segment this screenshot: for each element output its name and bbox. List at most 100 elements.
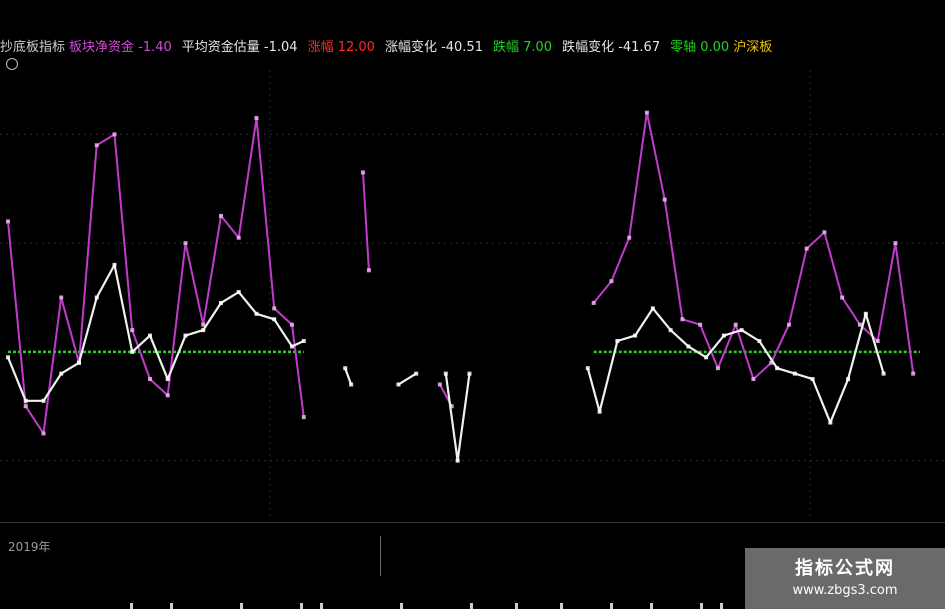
chart-window: 抄底板指标 板块净资金 -1.40 平均资金估量 -1.04 涨幅 12.00 …: [0, 0, 945, 609]
avg-funds-point: [633, 333, 638, 338]
bottom-tick: [515, 603, 518, 609]
avg-funds-point: [721, 333, 726, 338]
net-funds-point: [147, 377, 152, 382]
avg-funds-point: [272, 317, 277, 322]
net-funds-point: [875, 339, 880, 343]
legend-item-net-funds: 板块净资金 -1.40: [69, 39, 172, 55]
net-funds-point: [715, 366, 720, 371]
legend-item-fall: 跌幅 7.00: [492, 39, 553, 55]
bottom-tick: [300, 603, 303, 609]
bottom-tick: [400, 603, 403, 609]
net-funds-point: [698, 322, 703, 327]
net-funds-point: [272, 306, 277, 311]
net-funds-line-segment-1: [362, 172, 370, 271]
indicator-circle-icon[interactable]: [6, 58, 18, 70]
indicator-chart: [0, 70, 945, 520]
avg-funds-point: [23, 398, 28, 403]
bottom-tick: [560, 603, 563, 609]
bottom-tick: [240, 603, 243, 609]
net-funds-point: [165, 393, 170, 398]
watermark-title: 指标公式网: [795, 558, 895, 579]
avg-funds-point: [183, 333, 188, 338]
avg-funds-point: [467, 371, 472, 376]
net-funds-point: [59, 295, 64, 300]
net-funds-point: [857, 322, 862, 327]
legend-item-indicator: 抄底板指标: [0, 39, 66, 55]
net-funds-point: [23, 404, 28, 409]
net-funds-point: [627, 235, 632, 240]
avg-funds-line-segment-0: [6, 263, 305, 402]
net-funds-point: [751, 377, 756, 382]
series-layer: [6, 110, 916, 463]
net-funds-point: [183, 241, 188, 246]
bottom-tick: [470, 603, 473, 609]
net-funds-point: [840, 295, 845, 300]
bottom-tick: [610, 603, 613, 609]
avg-funds-point: [810, 377, 815, 382]
net-funds-point: [680, 317, 685, 322]
avg-funds-point: [301, 339, 306, 343]
avg-funds-point: [94, 295, 99, 300]
avg-funds-point: [846, 377, 851, 382]
grid: [0, 70, 945, 520]
avg-funds-point: [396, 382, 401, 387]
avg-funds-point: [218, 300, 223, 305]
net-funds-point: [130, 328, 135, 333]
avg-funds-point: [739, 328, 744, 333]
net-funds-point: [218, 213, 223, 218]
legend-item-rise: 涨幅 12.00: [307, 39, 375, 55]
avg-funds-line-segment-3: [444, 373, 471, 462]
net-funds-point: [733, 322, 738, 327]
legend-item-zero: 零轴 0.00: [670, 39, 730, 55]
bottom-tick: [170, 603, 173, 609]
legend-bar: 抄底板指标 板块净资金 -1.40 平均资金估量 -1.04 涨幅 12.00 …: [0, 22, 772, 70]
avg-funds-point: [165, 377, 170, 382]
avg-funds-line-segment-2: [397, 372, 417, 386]
avg-funds-point: [59, 371, 64, 376]
avg-funds-point: [112, 262, 117, 267]
avg-funds-point: [775, 366, 780, 371]
net-funds-point: [786, 322, 791, 327]
axis-year-label: 2019年: [8, 540, 51, 554]
avg-funds-point: [443, 371, 448, 376]
legend-item-fall-change: 跌幅变化 -41.67: [562, 39, 661, 55]
avg-funds-line-segment-1: [344, 367, 353, 385]
net-funds-point: [804, 246, 809, 251]
avg-funds-point: [455, 458, 460, 463]
net-funds-point: [289, 322, 294, 327]
watermark-url: www.zbgs3.com: [792, 583, 898, 598]
net-funds-point: [254, 116, 259, 121]
avg-funds-point: [343, 366, 348, 371]
avg-funds-point: [704, 355, 709, 360]
net-funds-point: [41, 431, 46, 436]
net-funds-point: [911, 371, 916, 376]
avg-funds-point: [130, 349, 135, 354]
net-funds-line-segment-3: [592, 111, 915, 381]
avg-funds-point: [147, 333, 152, 338]
bottom-tick: [700, 603, 703, 609]
net-funds-point: [893, 241, 898, 246]
legend-item-market: 沪深板: [733, 39, 773, 55]
avg-funds-point: [881, 371, 886, 376]
avg-funds-point: [254, 311, 259, 316]
axis-divider: [380, 536, 381, 576]
avg-funds-point: [289, 344, 294, 349]
net-funds-point: [822, 230, 827, 235]
avg-funds-point: [828, 420, 833, 425]
avg-funds-point: [650, 306, 655, 311]
net-funds-point: [609, 279, 614, 284]
bottom-tick: [720, 603, 723, 609]
net-funds-point: [437, 382, 442, 387]
net-funds-point: [94, 143, 99, 148]
avg-funds-point: [757, 339, 762, 343]
net-funds-point: [236, 235, 241, 240]
watermark: 指标公式网 www.zbgs3.com: [745, 548, 945, 609]
bottom-tick: [320, 603, 323, 609]
avg-funds-point: [41, 398, 46, 403]
bottom-tick-strip: [0, 597, 740, 609]
avg-funds-point: [76, 360, 81, 365]
net-funds-point: [366, 268, 371, 273]
avg-funds-point: [597, 409, 602, 414]
avg-funds-point: [863, 311, 868, 316]
avg-funds-point: [414, 371, 419, 376]
